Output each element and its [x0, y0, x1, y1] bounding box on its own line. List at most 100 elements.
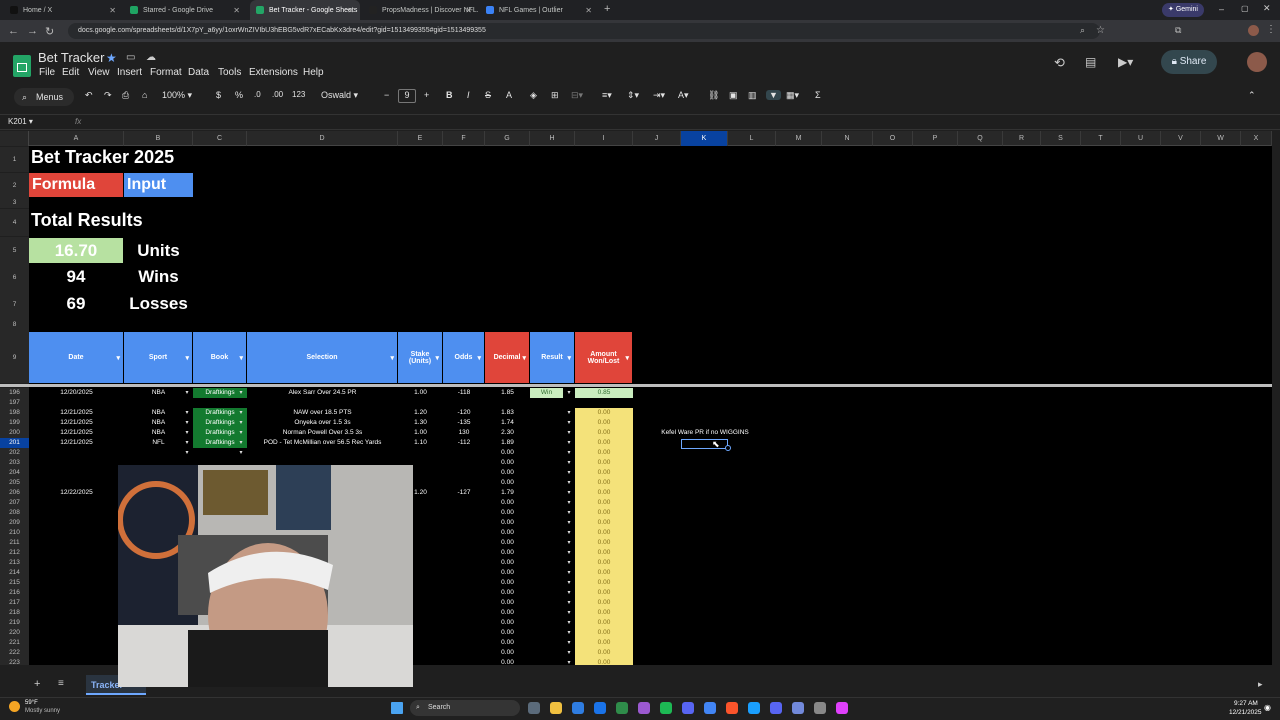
cell-dec[interactable]: 0.00	[485, 448, 530, 458]
cell-odds[interactable]	[443, 648, 485, 658]
cell-dec[interactable]: 0.00	[485, 528, 530, 538]
cell-amt[interactable]: 0.00	[575, 458, 633, 468]
functions-icon[interactable]: Σ	[815, 90, 821, 100]
cell-amt[interactable]: 0.00	[575, 618, 633, 628]
column-header-j[interactable]: J	[633, 131, 681, 146]
cell-stake[interactable]	[398, 448, 443, 458]
column-header-g[interactable]: G	[485, 131, 530, 146]
cell-amt[interactable]: 0.00	[575, 508, 633, 518]
units-value[interactable]: 16.70	[29, 238, 123, 263]
cell-dec[interactable]	[485, 398, 530, 408]
row-header[interactable]: 212	[0, 548, 29, 558]
row-header[interactable]: 2	[0, 173, 29, 198]
font-size-input[interactable]: 9	[398, 89, 416, 103]
dropdown-arrow-icon[interactable]: ▾	[565, 488, 573, 498]
column-title-decimal[interactable]: Decimal ▾	[485, 332, 530, 383]
row-header[interactable]: 218	[0, 608, 29, 618]
cell-odds[interactable]	[443, 528, 485, 538]
cell-date[interactable]	[29, 598, 124, 608]
back-icon[interactable]: ←	[8, 25, 19, 37]
align-icon[interactable]: ≡▾	[602, 90, 612, 101]
dropdown-arrow-icon[interactable]: ▾	[565, 598, 573, 608]
cell-odds[interactable]	[443, 578, 485, 588]
dropdown-arrow-icon[interactable]: ▾	[565, 448, 573, 458]
row-header[interactable]: 202	[0, 448, 29, 458]
cell-amt[interactable]: 0.00	[575, 478, 633, 488]
cell-stake[interactable]: 1.30	[398, 418, 443, 428]
menu-extensions[interactable]: Extensions	[249, 67, 298, 78]
filter-dropdown-icon[interactable]: ▾	[625, 354, 629, 362]
taskbar-app-icon[interactable]	[770, 702, 782, 714]
browser-tab[interactable]: Home / X ✕	[4, 0, 122, 20]
cell-dec[interactable]: 0.00	[485, 468, 530, 478]
cell-sel[interactable]	[247, 398, 398, 408]
menu-tools[interactable]: Tools	[218, 67, 241, 78]
more-menu-icon[interactable]: ⋮	[1266, 24, 1276, 35]
row-header[interactable]: 216	[0, 588, 29, 598]
cell-odds[interactable]	[443, 448, 485, 458]
cell-odds[interactable]	[443, 508, 485, 518]
cell-amt[interactable]: 0.00	[575, 588, 633, 598]
row-header[interactable]: 208	[0, 508, 29, 518]
dropdown-arrow-icon[interactable]: ▾	[183, 448, 191, 458]
filter-icon[interactable]: ▼	[766, 90, 781, 100]
losses-value[interactable]: 69	[29, 291, 123, 316]
cell-date[interactable]	[29, 548, 124, 558]
rotate-icon[interactable]: A▾	[678, 90, 689, 101]
cell-amt[interactable]: 0.00	[575, 448, 633, 458]
cell-stake[interactable]: 1.00	[398, 428, 443, 438]
browser-tab[interactable]: NFL Games | Outlier ✕	[480, 0, 598, 20]
cell-odds[interactable]	[443, 588, 485, 598]
comment-icon[interactable]: ▣	[729, 90, 738, 101]
row-header[interactable]: 205	[0, 478, 29, 488]
column-title-stake-units[interactable]: Stake (Units) ▾	[398, 332, 443, 383]
row-header[interactable]: 4	[0, 209, 29, 236]
cell-stake[interactable]	[398, 398, 443, 408]
column-header-v[interactable]: V	[1161, 131, 1201, 146]
cell-odds[interactable]: -135	[443, 418, 485, 428]
column-header-m[interactable]: M	[776, 131, 822, 146]
cell-dec[interactable]: 0.00	[485, 598, 530, 608]
cell-date[interactable]	[29, 608, 124, 618]
cell-dec[interactable]: 0.00	[485, 578, 530, 588]
dropdown-arrow-icon[interactable]: ▾	[565, 478, 573, 488]
cell-odds[interactable]: -118	[443, 388, 485, 398]
cell-odds[interactable]: -112	[443, 438, 485, 448]
row-header[interactable]: 7	[0, 291, 29, 318]
dropdown-arrow-icon[interactable]: ▾	[565, 498, 573, 508]
filter-dropdown-icon[interactable]: ▾	[435, 354, 439, 362]
selection-handle[interactable]	[725, 445, 731, 451]
taskbar-app-icon[interactable]	[572, 702, 584, 714]
column-header-e[interactable]: E	[398, 131, 443, 146]
tab-close-icon[interactable]: ✕	[585, 6, 592, 15]
cell-date[interactable]	[29, 578, 124, 588]
taskbar-app-icon[interactable]	[792, 702, 804, 714]
cell-dec[interactable]: 0.00	[485, 608, 530, 618]
cell-date[interactable]	[29, 498, 124, 508]
share-button[interactable]: 🔒︎ Share	[1161, 50, 1217, 74]
cell-amt[interactable]: 0.00	[575, 428, 633, 438]
column-title-odds[interactable]: Odds ▾	[443, 332, 485, 383]
browser-tab[interactable]: Bet Tracker - Google Sheets ✕	[250, 0, 360, 20]
bookmark-star-icon[interactable]: ☆	[1096, 25, 1105, 36]
units-label[interactable]: Units	[124, 238, 193, 263]
menu-insert[interactable]: Insert	[117, 67, 142, 78]
collapse-toolbar-icon[interactable]: ⌃	[1248, 90, 1256, 101]
taskbar-app-icon[interactable]	[660, 702, 672, 714]
column-header-a[interactable]: A	[29, 131, 124, 146]
text-color-button[interactable]: A	[506, 90, 512, 100]
reload-icon[interactable]: ↻	[45, 25, 54, 38]
row-header[interactable]: 6	[0, 264, 29, 291]
row-header[interactable]: 9	[0, 332, 29, 383]
column-header-h[interactable]: H	[530, 131, 575, 146]
cell-date[interactable]	[29, 528, 124, 538]
row-header[interactable]: 206	[0, 488, 29, 498]
cell-date[interactable]	[29, 558, 124, 568]
dropdown-arrow-icon[interactable]: ▾	[565, 638, 573, 648]
taskbar-app-icon[interactable]	[638, 702, 650, 714]
zoom-icon[interactable]: ⌕	[1080, 25, 1085, 36]
cell-odds[interactable]	[443, 598, 485, 608]
redo-icon[interactable]: ↷	[104, 90, 112, 101]
cell-odds[interactable]: -127	[443, 488, 485, 498]
row-header[interactable]: 200	[0, 428, 29, 438]
